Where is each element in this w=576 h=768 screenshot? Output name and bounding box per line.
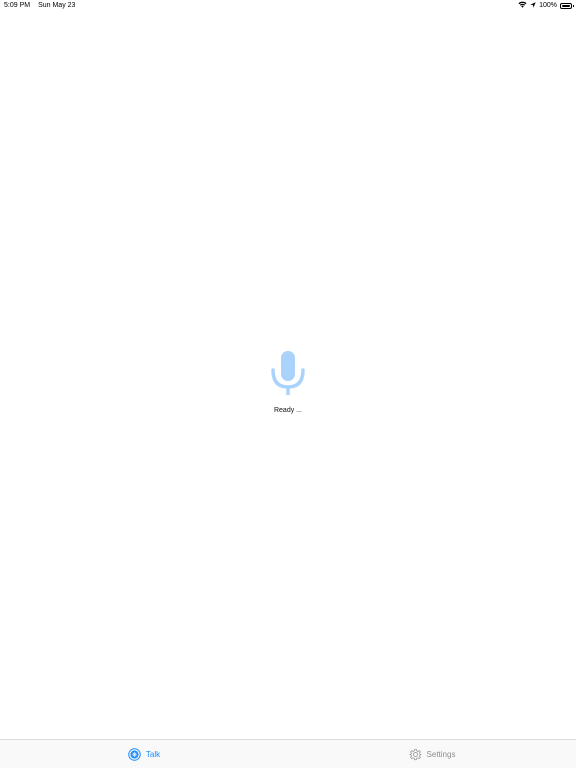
talk-icon	[128, 747, 141, 761]
status-left: 5:09 PM Sun May 23	[4, 2, 75, 9]
status-date: Sun May 23	[38, 2, 76, 9]
location-arrow-icon	[530, 1, 536, 10]
battery-fill	[562, 4, 570, 7]
status-bar: 5:09 PM Sun May 23 100%	[0, 0, 576, 12]
wifi-icon	[518, 1, 527, 10]
mic-area: Ready ...	[0, 350, 576, 414]
tab-talk-label: Talk	[145, 749, 161, 759]
microphone-button[interactable]	[271, 350, 305, 396]
status-right: 100%	[518, 1, 574, 10]
battery-percent: 100%	[539, 2, 557, 9]
tab-settings-label: Settings	[426, 749, 456, 759]
status-label: Ready ...	[273, 407, 302, 414]
tab-bar: Talk Settings	[0, 739, 576, 768]
tab-settings[interactable]: Settings	[288, 740, 576, 768]
tab-talk[interactable]: Talk	[0, 740, 288, 768]
battery-tip	[573, 4, 574, 7]
microphone-icon	[271, 351, 305, 395]
battery-icon	[560, 2, 574, 9]
status-time: 5:09 PM	[4, 2, 31, 9]
app-screen: 5:09 PM Sun May 23 100% Ready ... Talk S…	[0, 0, 576, 768]
gear-icon	[409, 748, 422, 761]
